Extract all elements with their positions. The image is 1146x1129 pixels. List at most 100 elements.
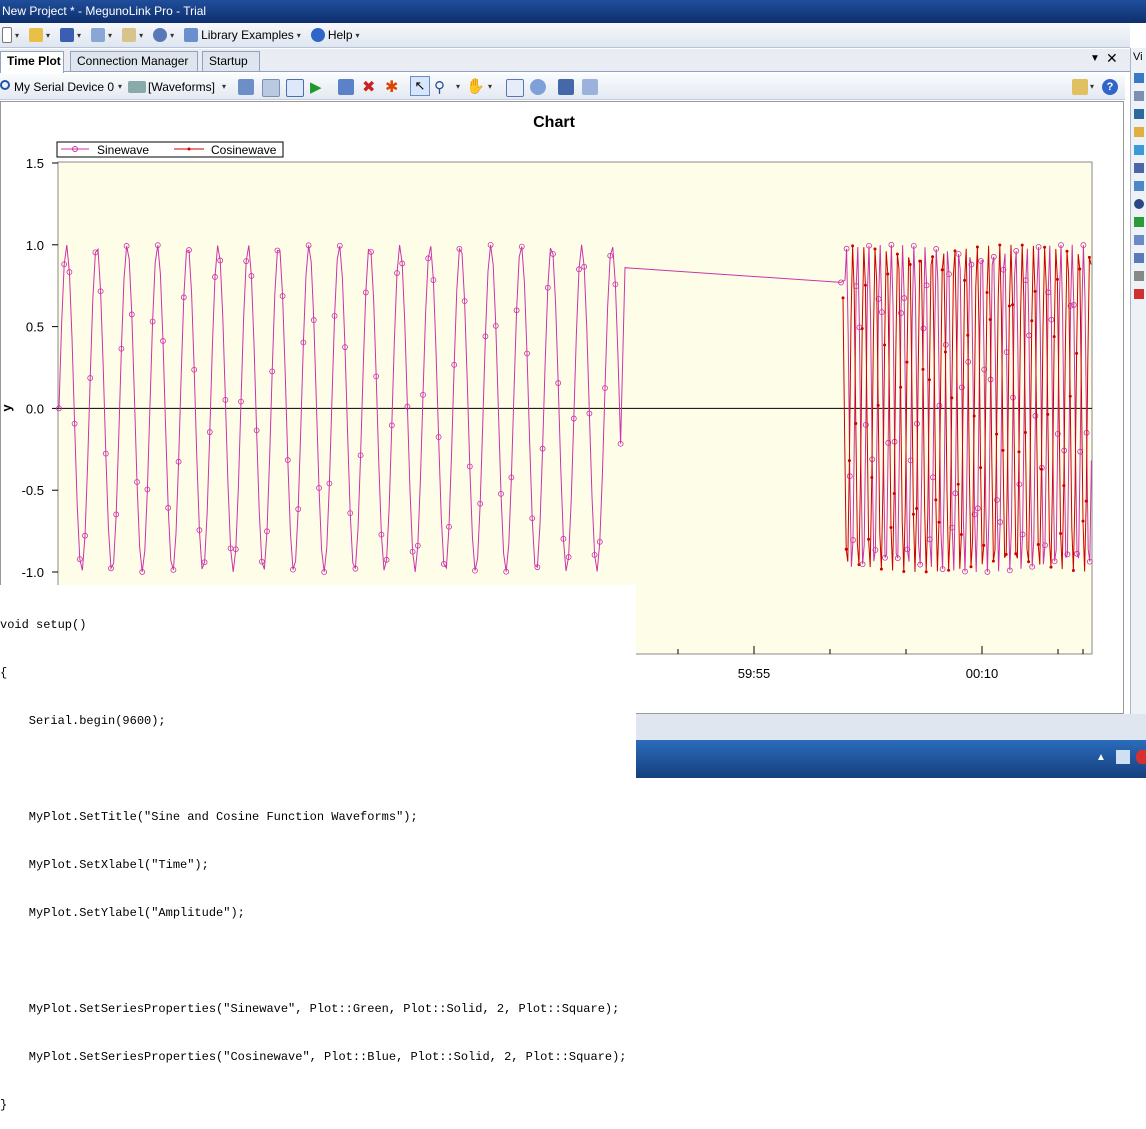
side-panel-tab[interactable]: Vi	[1131, 48, 1146, 63]
tray-app-icon[interactable]	[1136, 750, 1146, 764]
cosinewave-point	[1043, 245, 1047, 249]
side-tool-icon[interactable]	[1134, 73, 1144, 83]
cosinewave-point	[924, 570, 928, 574]
open-button[interactable]: ▾	[29, 28, 50, 42]
side-tool-icon[interactable]	[1134, 271, 1144, 281]
cosinewave-point	[934, 498, 938, 502]
y-tick-label: -1.0	[22, 565, 44, 580]
zoom-icon[interactable]: ⚲	[434, 78, 445, 96]
tab-time-plot[interactable]: Time Plot	[0, 51, 64, 73]
bar-chart-icon[interactable]	[338, 79, 354, 95]
cosinewave-point	[1075, 351, 1079, 355]
tab-startup[interactable]: Startup	[202, 51, 260, 71]
connection-icon	[91, 28, 106, 42]
cosinewave-point	[844, 547, 848, 551]
cosinewave-point	[969, 565, 973, 569]
help-menu[interactable]: Help ▾	[310, 28, 360, 42]
side-tool-icon[interactable]	[1134, 163, 1144, 173]
script-button[interactable]: ▾	[122, 28, 143, 42]
side-tool-icon[interactable]	[1134, 127, 1144, 137]
cosinewave-point	[1049, 565, 1053, 569]
cosinewave-point	[963, 278, 967, 282]
save-button[interactable]: ▾	[60, 28, 81, 42]
connection-status-icon[interactable]	[0, 80, 10, 90]
side-tool-icon[interactable]	[1134, 91, 1144, 101]
cosinewave-point	[937, 520, 941, 524]
cosinewave-point	[1087, 255, 1091, 259]
x-tick-label: 59:55	[738, 666, 771, 681]
tray-network-icon[interactable]	[1116, 750, 1130, 764]
code-line: MyPlot.SetSeriesProperties("Sinewave", P…	[0, 1002, 620, 1016]
side-panel-strip: Vi	[1130, 48, 1146, 718]
side-tool-icon[interactable]	[1134, 109, 1144, 119]
side-tool-icon[interactable]	[1134, 181, 1144, 191]
zoom-fit-icon[interactable]	[530, 79, 546, 95]
device-dropdown-icon[interactable]: ▾	[118, 82, 122, 91]
settings-button[interactable]: ▾	[153, 28, 174, 42]
clear-all-icon[interactable]: ✱	[385, 77, 398, 97]
list-view-icon[interactable]	[286, 79, 304, 97]
pan-hand-icon[interactable]: ✋	[466, 77, 485, 95]
cosinewave-point	[1055, 277, 1059, 281]
cosinewave-point	[867, 537, 871, 541]
y-tick-label: 1.5	[26, 156, 44, 171]
pointer-tool-icon[interactable]: ↖	[410, 76, 430, 96]
side-tool-icon[interactable]	[1134, 145, 1144, 155]
cosinewave-point	[908, 262, 912, 266]
code-line: MyPlot.SetYlabel("Amplitude");	[0, 906, 245, 920]
help-icon[interactable]: ?	[1102, 79, 1118, 95]
clear-series-icon[interactable]: ✖	[362, 77, 375, 97]
code-line: }	[0, 1098, 8, 1112]
tab-list-dropdown-icon[interactable]: ▼	[1090, 53, 1100, 64]
export-icon[interactable]	[1072, 79, 1088, 95]
cosinewave-point	[959, 533, 963, 537]
document-tab-bar: Time Plot Connection Manager Startup ▼ ✕	[0, 49, 1130, 73]
table-icon[interactable]	[262, 79, 280, 97]
side-tool-icon[interactable]	[1134, 217, 1144, 227]
cosinewave-point	[972, 414, 976, 418]
side-tool-icon[interactable]	[1134, 253, 1144, 263]
y-tick-label: 0.5	[26, 320, 44, 335]
cosinewave-point	[927, 378, 931, 382]
save-image-icon[interactable]	[558, 79, 574, 95]
export-dropdown-icon[interactable]: ▾	[1090, 82, 1094, 91]
channel-dropdown-icon[interactable]: ▾	[222, 82, 226, 91]
cosinewave-point	[947, 568, 951, 572]
tab-connection-manager[interactable]: Connection Manager	[70, 51, 198, 71]
y-axis-label: y	[1, 404, 14, 412]
close-tab-icon[interactable]: ✕	[1106, 50, 1118, 67]
cosinewave-point	[979, 466, 983, 470]
copy-image-icon[interactable]	[582, 79, 598, 95]
library-examples-menu[interactable]: Library Examples ▾	[184, 28, 301, 42]
cosinewave-point	[1052, 335, 1056, 339]
cosinewave-point	[892, 491, 896, 495]
cosinewave-point	[991, 559, 995, 563]
tab-startup-label: Startup	[209, 54, 248, 68]
new-icon	[2, 27, 12, 43]
fit-chart-icon[interactable]	[506, 79, 524, 97]
cosinewave-point	[1084, 499, 1088, 503]
x-tick-label: 00:10	[966, 666, 999, 681]
side-tool-icon[interactable]	[1134, 235, 1144, 245]
cosinewave-point	[966, 333, 970, 337]
connection-button[interactable]: ▾	[91, 28, 112, 42]
y-tick-label: 0.0	[26, 401, 44, 416]
cosinewave-point	[1033, 289, 1037, 293]
pan-dropdown-icon[interactable]: ▾	[488, 82, 492, 91]
side-tool-icon[interactable]	[1134, 289, 1144, 299]
properties-icon[interactable]	[238, 79, 254, 95]
side-tool-icon[interactable]	[1134, 199, 1144, 209]
channel-selector[interactable]: [Waveforms]	[148, 80, 215, 94]
new-button[interactable]: ▾	[2, 27, 19, 43]
cosinewave-point	[1062, 484, 1066, 488]
settings-gear-icon	[153, 28, 168, 42]
cosinewave-point	[879, 567, 883, 571]
cosinewave-point	[940, 268, 944, 272]
tray-expand-icon[interactable]: ▲	[1096, 752, 1106, 763]
play-icon[interactable]: ▶	[310, 78, 322, 96]
legend-cosinewave-marker	[187, 147, 191, 151]
device-selector[interactable]: My Serial Device 0	[14, 80, 114, 94]
zoom-dropdown-icon[interactable]: ▾	[456, 82, 460, 91]
channel-icon	[128, 81, 146, 93]
cosinewave-point	[1068, 394, 1072, 398]
